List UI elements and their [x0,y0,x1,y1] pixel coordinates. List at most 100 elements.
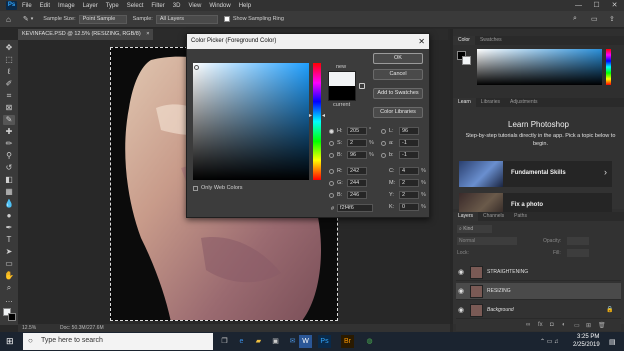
menu-window[interactable]: Window [209,3,230,9]
color-field-cursor[interactable] [194,65,199,70]
document-size-info[interactable]: Doc: 50.3M/227.6M [60,325,104,331]
crop-tool-icon[interactable]: ⌗ [3,91,15,101]
radio-lab-b[interactable] [381,153,386,158]
photoshop-taskbar-icon[interactable]: Ps [318,335,331,348]
marquee-tool-icon[interactable]: ⬚ [3,55,15,65]
shape-tool-icon[interactable]: ▭ [3,259,15,269]
word-icon[interactable]: W [299,335,312,348]
layer-row-selected[interactable]: ◉ RESIZING [456,283,621,300]
layer-row[interactable]: ◉ Background 🔒 [456,302,621,319]
layer-row[interactable]: ◉ STRAIGHTENING [456,264,621,281]
input-r[interactable]: 242 [347,167,367,175]
tab-layers[interactable]: Layers [453,212,479,221]
bridge-taskbar-icon[interactable]: Br [341,335,354,348]
document-tab[interactable]: KEVINFACE.PSD @ 12.5% (RESIZING, RGB/8) … [18,29,154,40]
tab-paths[interactable]: Paths [509,212,532,221]
menu-view[interactable]: View [188,3,201,9]
input-c[interactable]: 4 [399,167,419,175]
sample-size-select[interactable]: Point Sample [78,14,127,24]
dialog-close-icon[interactable]: ✕ [418,34,425,49]
document-tab-close-icon[interactable]: × [146,31,149,37]
eyedropper-tool-icon[interactable]: ✎ [3,115,15,125]
adjustment-layer-icon[interactable]: ◐ [562,322,566,328]
blur-tool-icon[interactable]: 💧 [3,199,15,209]
link-layers-icon[interactable]: ∞ [526,322,530,328]
group-icon[interactable]: ▭ [574,322,580,329]
hue-slider-right-arrow-icon[interactable]: ◂ [322,112,325,119]
radio-blue[interactable] [329,193,334,198]
zoom-level[interactable]: 12.5% [22,325,36,331]
clone-stamp-tool-icon[interactable]: ⚲ [3,151,15,161]
search-icon[interactable]: ⌕ [573,15,577,23]
radio-s[interactable] [329,141,334,146]
opacity-input[interactable] [567,237,589,245]
clock-date[interactable]: 2/25/2019 [573,342,600,348]
fx-icon[interactable]: fx [538,322,543,328]
maximize-button[interactable]: ☐ [590,0,603,11]
menu-help[interactable]: Help [239,3,251,9]
eyedropper-tool-icon[interactable]: ✎ [23,15,29,23]
learn-card-fundamental-skills[interactable]: Fundamental Skills › [459,161,612,187]
home-icon[interactable]: ⌂ [6,15,11,24]
menu-edit[interactable]: Edit [40,3,50,9]
menu-file[interactable]: File [22,3,32,9]
history-brush-tool-icon[interactable]: ↺ [3,163,15,173]
radio-h[interactable] [329,129,334,134]
dodge-tool-icon[interactable]: ● [3,211,15,221]
file-explorer-icon[interactable]: ▰ [252,335,265,348]
input-a[interactable]: -1 [399,139,419,147]
input-lab-b[interactable]: -1 [399,151,419,159]
hue-slider-left-arrow-icon[interactable]: ▸ [309,112,312,119]
cancel-button[interactable]: Cancel [373,69,423,80]
taskbar-search-box[interactable]: ○ Type here to search [23,333,213,350]
notifications-icon[interactable]: ▤ [609,338,616,346]
minimize-button[interactable]: — [572,0,585,11]
lasso-tool-icon[interactable]: ℓ [3,67,15,77]
radio-a[interactable] [381,141,386,146]
healing-brush-tool-icon[interactable]: ✚ [3,127,15,137]
move-tool-icon[interactable]: ✥ [3,43,15,53]
more-tools-icon[interactable]: … [3,295,15,305]
eye-icon[interactable]: ◉ [458,287,464,295]
hand-tool-icon[interactable]: ✋ [3,271,15,281]
new-layer-icon[interactable]: ⊞ [586,322,591,329]
tab-swatches[interactable]: Swatches [475,36,507,45]
edge-browser-icon[interactable]: e [235,335,248,348]
fill-input[interactable] [567,249,589,257]
quick-select-tool-icon[interactable]: ✐ [3,79,15,89]
color-panel-hue-slider[interactable] [606,49,611,85]
chrome-icon[interactable]: ◍ [363,335,376,348]
show-sampling-ring-checkbox[interactable] [223,16,230,22]
radio-b[interactable] [329,153,334,158]
tab-adjustments[interactable]: Adjustments [505,98,543,107]
tab-learn[interactable]: Learn [453,98,476,107]
ok-button[interactable]: OK [373,53,423,64]
color-panel-background-swatch[interactable] [462,56,471,65]
background-color-swatch[interactable] [8,313,16,321]
blend-mode-select[interactable]: Normal [457,237,517,245]
layer-kind-filter[interactable]: ⌕ Kind [457,225,492,233]
eraser-tool-icon[interactable]: ◧ [3,175,15,185]
input-y[interactable]: 2 [399,191,419,199]
input-l[interactable]: 96 [399,127,419,135]
sample-select[interactable]: All Layers [155,14,218,24]
input-h[interactable]: 205 [347,127,367,135]
task-view-icon[interactable]: ❐ [218,335,231,348]
input-b[interactable]: 96 [347,151,367,159]
color-field[interactable] [193,63,309,180]
radio-r[interactable] [329,169,334,174]
store-icon[interactable]: ▣ [269,335,282,348]
tab-channels[interactable]: Channels [478,212,509,221]
share-icon[interactable]: ⇪ [609,15,615,23]
input-k[interactable]: 0 [399,203,419,211]
brush-tool-icon[interactable]: ✏ [3,139,15,149]
zoom-tool-icon[interactable]: ⌕ [3,283,15,293]
eye-icon[interactable]: ◉ [458,306,464,314]
type-tool-icon[interactable]: T [3,235,15,245]
close-window-button[interactable]: ✕ [608,0,621,11]
menu-type[interactable]: Type [106,3,119,9]
menu-3d[interactable]: 3D [173,3,181,9]
windows-start-icon[interactable]: ⊞ [6,336,14,347]
menu-filter[interactable]: Filter [151,3,164,9]
only-web-colors-checkbox[interactable] [193,186,198,191]
